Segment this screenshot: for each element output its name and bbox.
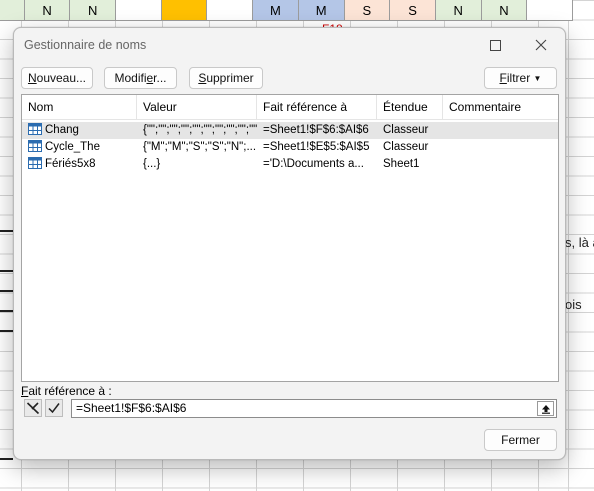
- row-name: Cycle_The: [22, 139, 137, 156]
- new-label: ouveau...: [36, 71, 87, 85]
- check-icon: [48, 403, 60, 414]
- refers-label-text: ait référence à :: [28, 384, 112, 398]
- collapse-icon: [541, 404, 550, 414]
- table-icon: [28, 156, 42, 169]
- row-name: Fériés5x8: [22, 156, 137, 173]
- spreadsheet-header-cell[interactable]: M: [253, 0, 299, 21]
- edit-button[interactable]: Modifier...: [104, 67, 177, 89]
- row-refers-to: =Sheet1!$F$6:$AI$6: [257, 122, 377, 139]
- row-divider: [0, 310, 13, 312]
- row-divider: [0, 458, 13, 460]
- column-header-value[interactable]: Valeur: [137, 95, 257, 119]
- row-value-text: {...}: [143, 158, 161, 170]
- row-name: Chang: [22, 122, 137, 139]
- row-scope: Sheet1: [377, 156, 443, 173]
- close-window-button[interactable]: [519, 28, 563, 62]
- delete-button[interactable]: Supprimer: [189, 67, 263, 89]
- x-icon: [26, 402, 40, 415]
- new-button[interactable]: Nouveau...: [21, 67, 93, 89]
- spreadsheet-header-cell[interactable]: S: [344, 0, 391, 21]
- row-name-text: Chang: [45, 124, 79, 136]
- spreadsheet-header-cell[interactable]: N: [70, 0, 117, 21]
- close-button[interactable]: Fermer: [484, 429, 557, 451]
- spreadsheet-header-cell[interactable]: [207, 0, 254, 21]
- spreadsheet-header-cell[interactable]: S: [390, 0, 436, 21]
- cancel-edit-button[interactable]: [24, 399, 42, 417]
- row-comment: [443, 122, 558, 139]
- dialog-title: Gestionnaire de noms: [24, 38, 147, 52]
- row-divider: [0, 290, 13, 292]
- maximize-button[interactable]: [473, 28, 517, 62]
- dropdown-caret-icon: ▼: [533, 74, 542, 83]
- spreadsheet-header-cell[interactable]: N: [24, 0, 71, 21]
- refers-to-label: Fait référence à :: [21, 384, 112, 398]
- row-name-text: Fériés5x8: [45, 158, 96, 170]
- column-header-refers-to[interactable]: Fait référence à: [257, 95, 377, 119]
- cell-text-fragment: ois: [565, 297, 582, 312]
- filter-label: iltrer: [506, 71, 531, 85]
- spreadsheet-header-row: NNMMSSNN: [0, 0, 573, 21]
- row-value: {"M";"M";"S";"S";"N";...: [137, 139, 257, 156]
- spreadsheet-header-cell[interactable]: [116, 0, 162, 21]
- edit-label-rest: r...: [153, 71, 167, 85]
- row-scope: Classeur: [377, 139, 443, 156]
- row-refers-to: ='D:\Documents a...: [257, 156, 377, 173]
- list-item[interactable]: Fériés5x8 {...} ='D:\Documents a... Sheet1: [22, 156, 558, 173]
- list-item[interactable]: Chang {"";"";"";"";"";"";"";"";"";""... =S…: [22, 122, 558, 139]
- refers-to-value: =Sheet1!$F$6:$AI$6: [76, 401, 187, 415]
- delete-label: upprimer: [206, 71, 254, 85]
- cell-text-fragment: s, là a: [565, 235, 594, 250]
- edit-label: Modifi: [114, 71, 147, 85]
- maximize-icon: [489, 39, 501, 51]
- filter-button[interactable]: Filtrer ▼: [484, 67, 557, 89]
- row-comment: [443, 156, 558, 173]
- close-icon: [535, 39, 547, 51]
- column-header-comment[interactable]: Commentaire: [443, 95, 558, 119]
- spreadsheet-header-cell[interactable]: [161, 0, 208, 21]
- row-refers-to-text: ='D:\Documents a...: [263, 158, 364, 170]
- row-value-text: {"M";"M";"S";"S";"N";...: [143, 141, 257, 153]
- refers-to-input[interactable]: =Sheet1!$F$6:$AI$6: [71, 399, 557, 418]
- names-list[interactable]: Nom Valeur Fait référence à Étendue Comm…: [21, 94, 559, 382]
- row-divider: [0, 270, 13, 272]
- spreadsheet-header-cell[interactable]: N: [481, 0, 528, 21]
- list-item[interactable]: Cycle_The {"M";"M";"S";"S";"N";... =Sheet1…: [22, 139, 558, 156]
- column-header-name[interactable]: Nom: [22, 95, 137, 119]
- row-divider: [0, 230, 13, 232]
- row-scope-text: Classeur: [383, 124, 429, 136]
- spreadsheet-header-cell[interactable]: [0, 0, 25, 21]
- spreadsheet-header-cell[interactable]: N: [435, 0, 482, 21]
- row-refers-to: =Sheet1!$E$5:$AI$5: [257, 139, 377, 156]
- row-scope: Classeur: [377, 122, 443, 139]
- row-scope-text: Sheet1: [383, 158, 420, 170]
- row-divider: [0, 330, 13, 332]
- row-name-text: Cycle_The: [45, 141, 100, 153]
- row-value-text: {"";"";"";"";"";"";"";"";"";""...: [143, 124, 257, 136]
- new-accel: N: [27, 71, 37, 85]
- row-refers-to-text: =Sheet1!$F$6:$AI$6: [263, 124, 369, 136]
- row-value: {...}: [137, 156, 257, 173]
- row-value: {"";"";"";"";"";"";"";"";"";""...: [137, 122, 257, 139]
- row-refers-to-text: =Sheet1!$E$5:$AI$5: [263, 141, 370, 153]
- list-header: Nom Valeur Fait référence à Étendue Comm…: [22, 95, 558, 120]
- table-icon: [28, 122, 42, 135]
- name-manager-dialog: Gestionnaire de noms Nouveau... Modifier…: [13, 27, 566, 460]
- spreadsheet-header-cell[interactable]: M: [298, 0, 345, 21]
- collapse-dialog-button[interactable]: [537, 401, 554, 416]
- row-scope-text: Classeur: [383, 141, 429, 153]
- row-comment: [443, 139, 558, 156]
- filter-accel: F: [499, 71, 507, 85]
- table-icon: [28, 139, 42, 152]
- column-header-scope[interactable]: Étendue: [377, 95, 443, 119]
- dialog-titlebar[interactable]: Gestionnaire de noms: [14, 28, 565, 62]
- spreadsheet-header-cell[interactable]: [527, 0, 573, 21]
- confirm-edit-button[interactable]: [45, 399, 63, 417]
